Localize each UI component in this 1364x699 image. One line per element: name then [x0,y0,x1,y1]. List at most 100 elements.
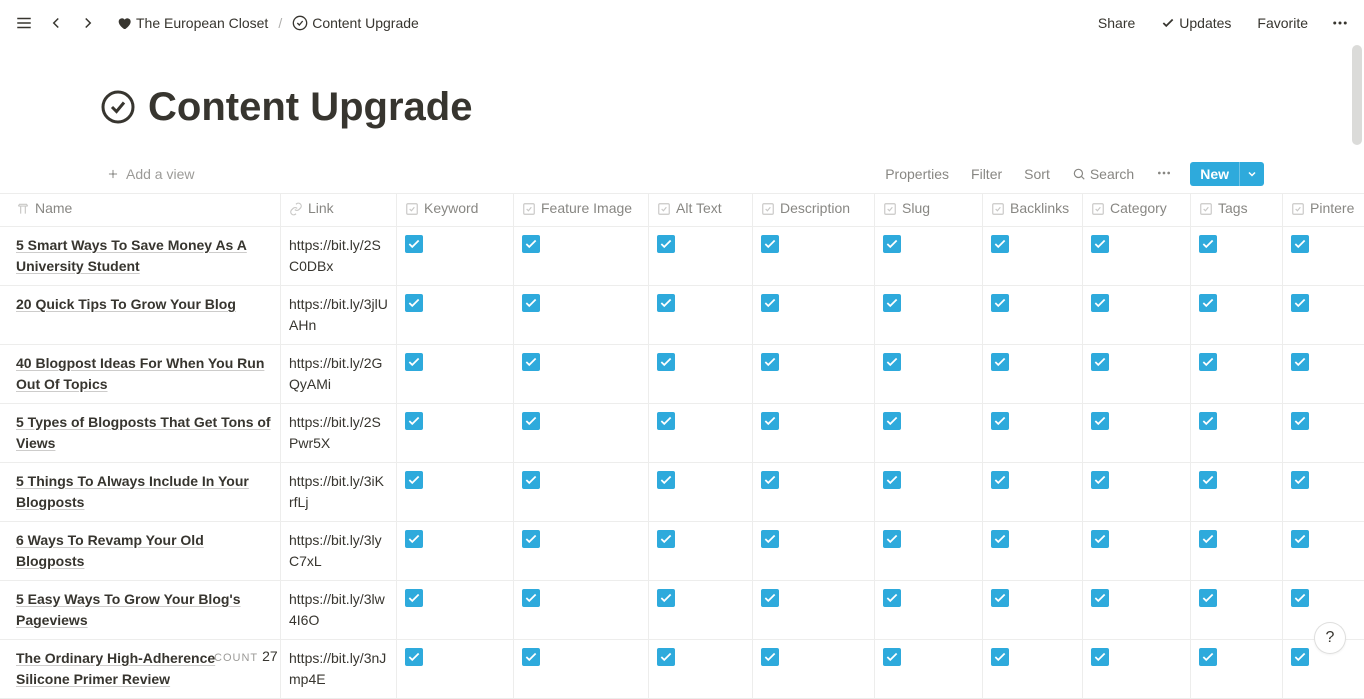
checked-icon[interactable] [991,353,1009,371]
checked-icon[interactable] [405,294,423,312]
new-button[interactable]: New [1190,162,1239,186]
cell-alt_text[interactable] [649,227,753,285]
checked-icon[interactable] [761,471,779,489]
cell-link[interactable]: https://bit.ly/3jlUAHn [281,286,397,344]
cell-description[interactable] [753,581,875,639]
breadcrumb-current[interactable]: Content Upgrade [288,13,423,33]
cell-description[interactable] [753,286,875,344]
col-header-tags[interactable]: Tags [1191,194,1283,226]
table-row[interactable]: 20 Quick Tips To Grow Your Bloghttps://b… [0,286,1364,345]
checked-icon[interactable] [522,530,540,548]
col-header-feature-image[interactable]: Feature Image [514,194,649,226]
checked-icon[interactable] [883,648,901,666]
cell-alt_text[interactable] [649,463,753,521]
cell-feature_image[interactable] [514,581,649,639]
cell-alt_text[interactable] [649,286,753,344]
checked-icon[interactable] [761,530,779,548]
checked-icon[interactable] [991,530,1009,548]
checked-icon[interactable] [657,530,675,548]
checked-icon[interactable] [657,412,675,430]
cell-category[interactable] [1083,463,1191,521]
checked-icon[interactable] [522,589,540,607]
checked-icon[interactable] [522,471,540,489]
checked-icon[interactable] [1091,530,1109,548]
cell-backlinks[interactable] [983,286,1083,344]
col-header-name[interactable]: Name [0,194,281,226]
cell-pinterest[interactable] [1283,404,1363,462]
checked-icon[interactable] [1291,471,1309,489]
cell-backlinks[interactable] [983,345,1083,403]
favorite-button[interactable]: Favorite [1251,11,1314,35]
cell-category[interactable] [1083,345,1191,403]
col-header-alt-text[interactable]: Alt Text [649,194,753,226]
col-header-category[interactable]: Category [1083,194,1191,226]
checked-icon[interactable] [405,530,423,548]
cell-link[interactable]: https://bit.ly/2SC0DBx [281,227,397,285]
cell-backlinks[interactable] [983,522,1083,580]
cell-description[interactable] [753,227,875,285]
cell-tags[interactable] [1191,345,1283,403]
checked-icon[interactable] [657,235,675,253]
cell-tags[interactable] [1191,404,1283,462]
cell-link[interactable]: https://bit.ly/3nJmp4E [281,640,397,698]
checked-icon[interactable] [1291,294,1309,312]
cell-feature_image[interactable] [514,227,649,285]
cell-description[interactable] [753,345,875,403]
cell-keyword[interactable] [397,345,514,403]
cell-slug[interactable] [875,404,983,462]
cell-keyword[interactable] [397,463,514,521]
cell-keyword[interactable] [397,404,514,462]
checked-icon[interactable] [1291,648,1309,666]
cell-name[interactable]: 5 Easy Ways To Grow Your Blog's Pageview… [0,581,281,639]
cell-pinterest[interactable] [1283,463,1363,521]
cell-keyword[interactable] [397,522,514,580]
sort-button[interactable]: Sort [1020,164,1054,184]
cell-backlinks[interactable] [983,581,1083,639]
cell-description[interactable] [753,404,875,462]
cell-slug[interactable] [875,286,983,344]
col-header-description[interactable]: Description [753,194,875,226]
checked-icon[interactable] [405,589,423,607]
checked-icon[interactable] [883,294,901,312]
checked-icon[interactable] [883,235,901,253]
cell-keyword[interactable] [397,227,514,285]
checked-icon[interactable] [1199,235,1217,253]
checked-icon[interactable] [405,471,423,489]
cell-keyword[interactable] [397,640,514,698]
cell-link[interactable]: https://bit.ly/2SPwr5X [281,404,397,462]
cell-tags[interactable] [1191,581,1283,639]
table-row[interactable]: 6 Ways To Revamp Your Old Blogpostshttps… [0,522,1364,581]
cell-tags[interactable] [1191,227,1283,285]
checked-icon[interactable] [883,353,901,371]
checked-icon[interactable] [522,294,540,312]
table-row[interactable]: 5 Easy Ways To Grow Your Blog's Pageview… [0,581,1364,640]
checked-icon[interactable] [405,353,423,371]
cell-link[interactable]: https://bit.ly/3iKrfLj [281,463,397,521]
checked-icon[interactable] [1091,294,1109,312]
checked-icon[interactable] [405,412,423,430]
checked-icon[interactable] [883,412,901,430]
cell-tags[interactable] [1191,463,1283,521]
checked-icon[interactable] [991,471,1009,489]
checked-icon[interactable] [1091,589,1109,607]
checked-icon[interactable] [991,589,1009,607]
checked-icon[interactable] [1199,353,1217,371]
cell-alt_text[interactable] [649,640,753,698]
back-icon[interactable] [44,11,68,35]
checked-icon[interactable] [657,589,675,607]
checked-icon[interactable] [883,530,901,548]
add-view-button[interactable]: Add a view [100,164,200,184]
checked-icon[interactable] [761,648,779,666]
cell-pinterest[interactable] [1283,286,1363,344]
db-more-icon[interactable] [1152,163,1176,186]
cell-link[interactable]: https://bit.ly/3lw4I6O [281,581,397,639]
cell-category[interactable] [1083,640,1191,698]
table-row[interactable]: 5 Smart Ways To Save Money As A Universi… [0,227,1364,286]
cell-name[interactable]: 40 Blogpost Ideas For When You Run Out O… [0,345,281,403]
checked-icon[interactable] [991,294,1009,312]
checked-icon[interactable] [1091,471,1109,489]
cell-pinterest[interactable] [1283,522,1363,580]
checked-icon[interactable] [991,235,1009,253]
cell-backlinks[interactable] [983,404,1083,462]
checked-icon[interactable] [761,294,779,312]
